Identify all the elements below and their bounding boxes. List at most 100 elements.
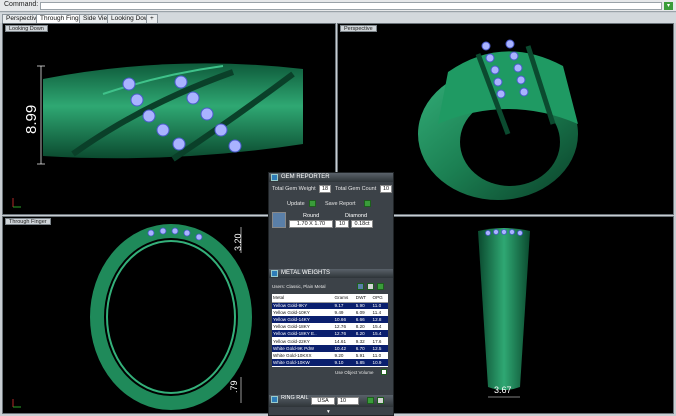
table-cell: 11.0 bbox=[371, 302, 388, 310]
save-report-label: Save Report bbox=[325, 201, 356, 207]
metal-weights-rows: Yellow Gold-9KY 9.17 5.90 11.0 Yellow Gold-1… bbox=[272, 302, 388, 367]
band-width-label: 3.67 bbox=[494, 385, 512, 395]
table-row[interactable]: Yellow Gold-9KY 9.17 5.90 11.0 bbox=[272, 302, 388, 310]
table-cell: Yellow Gold-9KY bbox=[272, 302, 334, 310]
column-metal[interactable]: Metal bbox=[272, 294, 334, 303]
table-cell: 6.70 bbox=[354, 344, 372, 352]
table-cell: 5.85 bbox=[354, 358, 372, 366]
table-cell: 8.20 bbox=[355, 324, 365, 330]
total-gem-weight-label: Total Gem Weight bbox=[272, 186, 316, 192]
column-diamond: Diamond bbox=[345, 213, 368, 219]
total-gem-weight-value: 18 bbox=[319, 185, 331, 193]
viewport-tab-bar: Perspective Through Finger Side View Loo… bbox=[0, 13, 676, 23]
table-cell: 12.5 bbox=[371, 344, 388, 352]
table-cell: 11.4 bbox=[372, 310, 382, 316]
metal-weights-table: Metal Grams DWT OPG Yellow Gold-9KY 9.17 5… bbox=[272, 294, 388, 367]
column-opg[interactable]: OPG bbox=[371, 294, 388, 303]
ring-rail-apply-button[interactable] bbox=[367, 397, 374, 404]
table-cell: 5.90 bbox=[354, 302, 372, 310]
command-bar: Command: ▾ bbox=[0, 0, 676, 12]
gem-icon bbox=[271, 174, 278, 181]
metal-weights-subtitle: Users: Classic, Plain Metal bbox=[272, 284, 326, 289]
bottom-thickness-label: .79 bbox=[229, 380, 239, 393]
ring-rail-option-button[interactable] bbox=[377, 397, 384, 404]
table-cell: 15.4 bbox=[372, 324, 382, 330]
table-cell: 17.6 bbox=[372, 338, 382, 344]
gem-size-value: 1.70 X 1.70 bbox=[289, 220, 333, 228]
table-cell: 6.66 bbox=[354, 316, 372, 324]
total-gem-count-value: 10 bbox=[380, 185, 392, 193]
ring-country-select[interactable]: USA bbox=[311, 397, 335, 405]
total-gem-count-label: Total Gem Count bbox=[335, 186, 377, 192]
table-cell: 14.61 bbox=[334, 338, 347, 344]
gem-count-value: 10 bbox=[335, 220, 349, 228]
table-row[interactable]: White Gold-14KXX10.446.7112.5 bbox=[272, 366, 388, 368]
table-cell: Yellow Gold-18KY E.. bbox=[272, 330, 334, 338]
table-cell: Yellow Gold-10KY bbox=[273, 310, 310, 316]
table-cell: 5.91 bbox=[355, 352, 365, 358]
table-cell: Yellow Gold-22KY bbox=[273, 338, 310, 344]
gem-reporter-panel: GEM REPORTER Total Gem Weight 18 Total G… bbox=[268, 172, 394, 416]
table-cell: White Gold-9K PdW bbox=[272, 344, 334, 352]
metal-icon bbox=[271, 270, 278, 277]
table-cell: 10.44 bbox=[334, 366, 355, 368]
table-cell: 9.10 bbox=[333, 358, 355, 366]
table-row[interactable]: White Gold-9K PdW 10.42 6.70 12.5 bbox=[272, 344, 388, 352]
width-dimension-label: 8.99 bbox=[23, 104, 40, 134]
command-label: Command: bbox=[4, 1, 39, 8]
table-row[interactable]: Yellow Gold-10KY 9.49 6.09 11.4 bbox=[272, 309, 388, 316]
table-row[interactable]: Yellow Gold-18KY 12.76 8.20 15.4 bbox=[272, 323, 388, 330]
column-dwt[interactable]: DWT bbox=[354, 294, 372, 303]
command-input[interactable] bbox=[40, 2, 662, 10]
command-dropdown-button[interactable]: ▾ bbox=[664, 2, 673, 10]
save-report-button[interactable] bbox=[364, 200, 371, 207]
update-label: Update bbox=[287, 201, 305, 207]
viewport-label[interactable]: Through Finger bbox=[5, 218, 51, 225]
table-row[interactable]: Yellow Gold-22KY 14.61 9.32 17.6 bbox=[272, 337, 388, 344]
metal-filter-button[interactable] bbox=[367, 283, 374, 290]
table-cell: White Gold-10KW bbox=[272, 358, 334, 366]
tab-add[interactable]: + bbox=[146, 14, 158, 23]
top-thickness-label: 3.20 bbox=[233, 233, 243, 251]
use-object-volume-checkbox[interactable] bbox=[381, 369, 387, 375]
table-cell: 9.20 bbox=[334, 352, 344, 358]
table-cell: 8.20 bbox=[354, 330, 372, 338]
table-cell: 12.5 bbox=[372, 366, 388, 368]
viewport-label[interactable]: Looking Down bbox=[5, 25, 48, 32]
table-row[interactable]: White Gold-10KW 9.10 5.85 10.9 bbox=[272, 358, 388, 366]
table-cell: 11.0 bbox=[372, 352, 382, 358]
table-cell: 6.09 bbox=[355, 310, 365, 316]
table-cell: 10.9 bbox=[371, 358, 388, 366]
table-cell: 10.42 bbox=[333, 344, 355, 352]
gem-reporter-title: GEM REPORTER bbox=[269, 173, 393, 182]
table-cell: 6.71 bbox=[355, 366, 372, 368]
column-round: Round bbox=[303, 213, 320, 219]
table-row[interactable]: Yellow Gold-18KY E.. 12.76 8.20 15.4 bbox=[272, 330, 388, 338]
table-cell: White Gold-10KXX bbox=[273, 352, 312, 358]
table-row[interactable]: White Gold-10KXX 9.20 5.91 11.0 bbox=[272, 352, 388, 359]
table-cell: 9.32 bbox=[355, 338, 365, 344]
table-row[interactable]: Yellow Gold-14KY 10.66 6.66 12.8 bbox=[272, 316, 388, 324]
table-cell: Yellow Gold-14KY bbox=[272, 316, 334, 324]
chevron-down-icon[interactable]: ▾ bbox=[327, 409, 330, 415]
metal-weights-table-container[interactable]: Metal Grams DWT OPG Yellow Gold-9KY 9.17 5… bbox=[272, 294, 388, 367]
viewport-label[interactable]: Perspective bbox=[340, 25, 377, 32]
table-cell: 12.8 bbox=[371, 316, 388, 324]
table-cell: 9.49 bbox=[334, 310, 344, 316]
metal-refresh-button[interactable] bbox=[377, 283, 384, 290]
metal-option-button[interactable] bbox=[357, 283, 364, 290]
table-cell: White Gold-14KXX bbox=[272, 366, 334, 368]
gem-weight-value: 0.18ct bbox=[351, 220, 373, 228]
column-grams[interactable]: Grams bbox=[333, 294, 355, 303]
table-cell: 12.76 bbox=[334, 324, 347, 330]
table-cell: 10.66 bbox=[333, 316, 355, 324]
update-button[interactable] bbox=[309, 200, 316, 207]
table-cell: Yellow Gold-18KY bbox=[273, 324, 310, 330]
table-cell: 15.4 bbox=[371, 330, 388, 338]
use-object-volume-label: Use Object Volume bbox=[335, 370, 374, 375]
ring-size-select[interactable]: 10 bbox=[337, 397, 359, 405]
table-cell: 9.17 bbox=[333, 302, 355, 310]
gem-thumbnail bbox=[272, 212, 286, 228]
ring-icon bbox=[271, 396, 278, 403]
table-cell: 12.76 bbox=[333, 330, 355, 338]
